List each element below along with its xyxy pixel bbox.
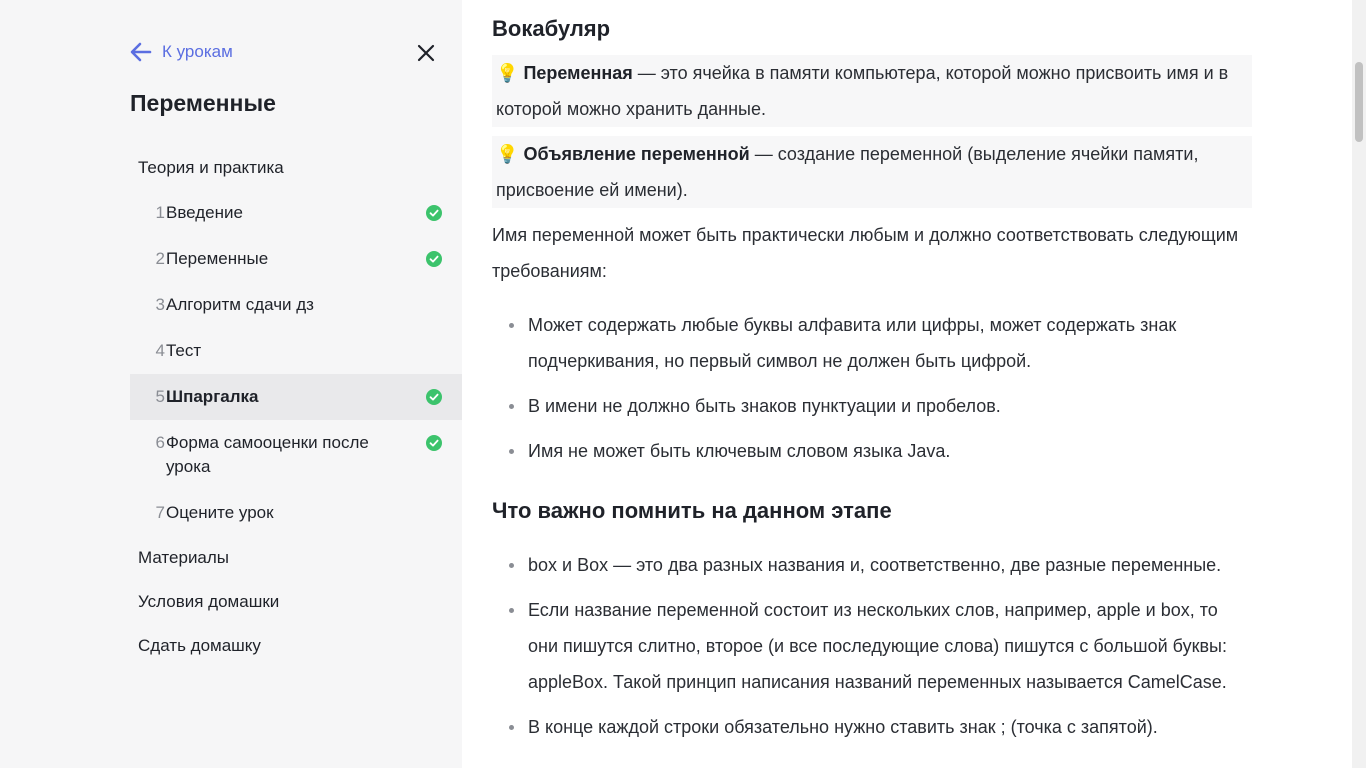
check-circle-icon [426,205,442,221]
status-badge [426,251,442,267]
list-item: Имя не может быть ключевым словом языка … [492,433,1252,469]
back-to-lessons-link[interactable]: К урокам [130,40,233,64]
lesson-content: Вокабуляр 💡 Переменная — это ячейка в па… [492,0,1252,768]
status-badge [426,205,442,221]
lesson-title: Переменные [130,90,276,116]
callout-term: Переменная [523,63,633,83]
status-badge [426,343,442,359]
naming-rules-list: Может содержать любые буквы алфавита или… [492,307,1252,478]
page-scrollbar[interactable] [1352,0,1366,768]
nav-item-number: 1 [155,203,165,222]
nav-item-test[interactable]: 4 Тест [130,328,462,374]
close-button[interactable] [414,41,438,65]
nav-item-label: Переменные [166,249,269,268]
scrollbar-thumb[interactable] [1355,62,1363,142]
nav-item-number: 6 [155,433,165,452]
intro-paragraph: Имя переменной может быть практически лю… [492,225,1239,281]
list-item: В конце каждой строки обязательно нужно … [492,709,1252,745]
remember-heading: Что важно помнить на данном этапе [492,498,892,523]
nav-item-number: 2 [155,249,165,268]
lightbulb-icon: 💡 [496,144,519,164]
check-circle-icon [426,389,442,405]
status-badge [426,297,442,313]
callout-variable: 💡 Переменная — это ячейка в памяти компь… [492,55,1252,127]
lesson-sidebar: К урокам Переменные Теория и практика 1 … [0,0,462,768]
nav-item-label: Форма самооценки после урока [166,433,369,476]
list-item: В имени не должно быть знаков пунктуации… [492,388,1252,424]
lesson-nav: Теория и практика 1 Введение 2 Переменны… [130,146,462,668]
nav-item-label: Тест [166,341,202,360]
nav-item-number: 5 [155,387,165,406]
list-item: box и Box — это два разных названия и, с… [492,547,1252,583]
callout-declaration: 💡 Объявление переменной — создание перем… [492,136,1252,208]
check-circle-icon [426,251,442,267]
list-item: Если название переменной состоит из неск… [492,592,1252,700]
nav-item-label: Введение [166,203,243,222]
nav-item-number: 7 [155,503,165,522]
nav-item-label: Шпаргалка [166,387,259,406]
nav-item-variables[interactable]: 2 Переменные [130,236,462,282]
nav-section-theory[interactable]: Теория и практика [130,146,462,190]
status-badge [426,389,442,405]
nav-item-self-assessment[interactable]: 6 Форма самооценки после урока [130,420,462,490]
nav-item-label: Алгоритм сдачи дз [166,295,314,314]
nav-item-hw-algorithm[interactable]: 3 Алгоритм сдачи дз [130,282,462,328]
nav-item-label: Оцените урок [166,503,274,522]
list-item: Может содержать любые буквы алфавита или… [492,307,1252,379]
status-badge [426,435,442,451]
nav-section-materials[interactable]: Материалы [130,536,462,580]
callout-term: Объявление переменной [523,144,750,164]
check-circle-icon [426,435,442,451]
back-link-label: К урокам [162,42,233,61]
remember-list: box и Box — это два разных названия и, с… [492,547,1252,754]
lightbulb-icon: 💡 [496,63,519,83]
nav-item-number: 4 [155,341,165,360]
nav-section-hw-conditions[interactable]: Условия домашки [130,580,462,624]
nav-item-rate-lesson[interactable]: 7 Оцените урок [130,490,462,536]
close-icon [417,44,435,62]
nav-item-number: 3 [155,295,165,314]
nav-section-submit-hw[interactable]: Сдать домашку [130,624,462,668]
nav-item-intro[interactable]: 1 Введение [130,190,462,236]
arrow-left-icon [130,41,152,63]
vocabulary-heading: Вокабуляр [492,16,611,41]
nav-item-cheatsheet[interactable]: 5 Шпаргалка [130,374,462,420]
